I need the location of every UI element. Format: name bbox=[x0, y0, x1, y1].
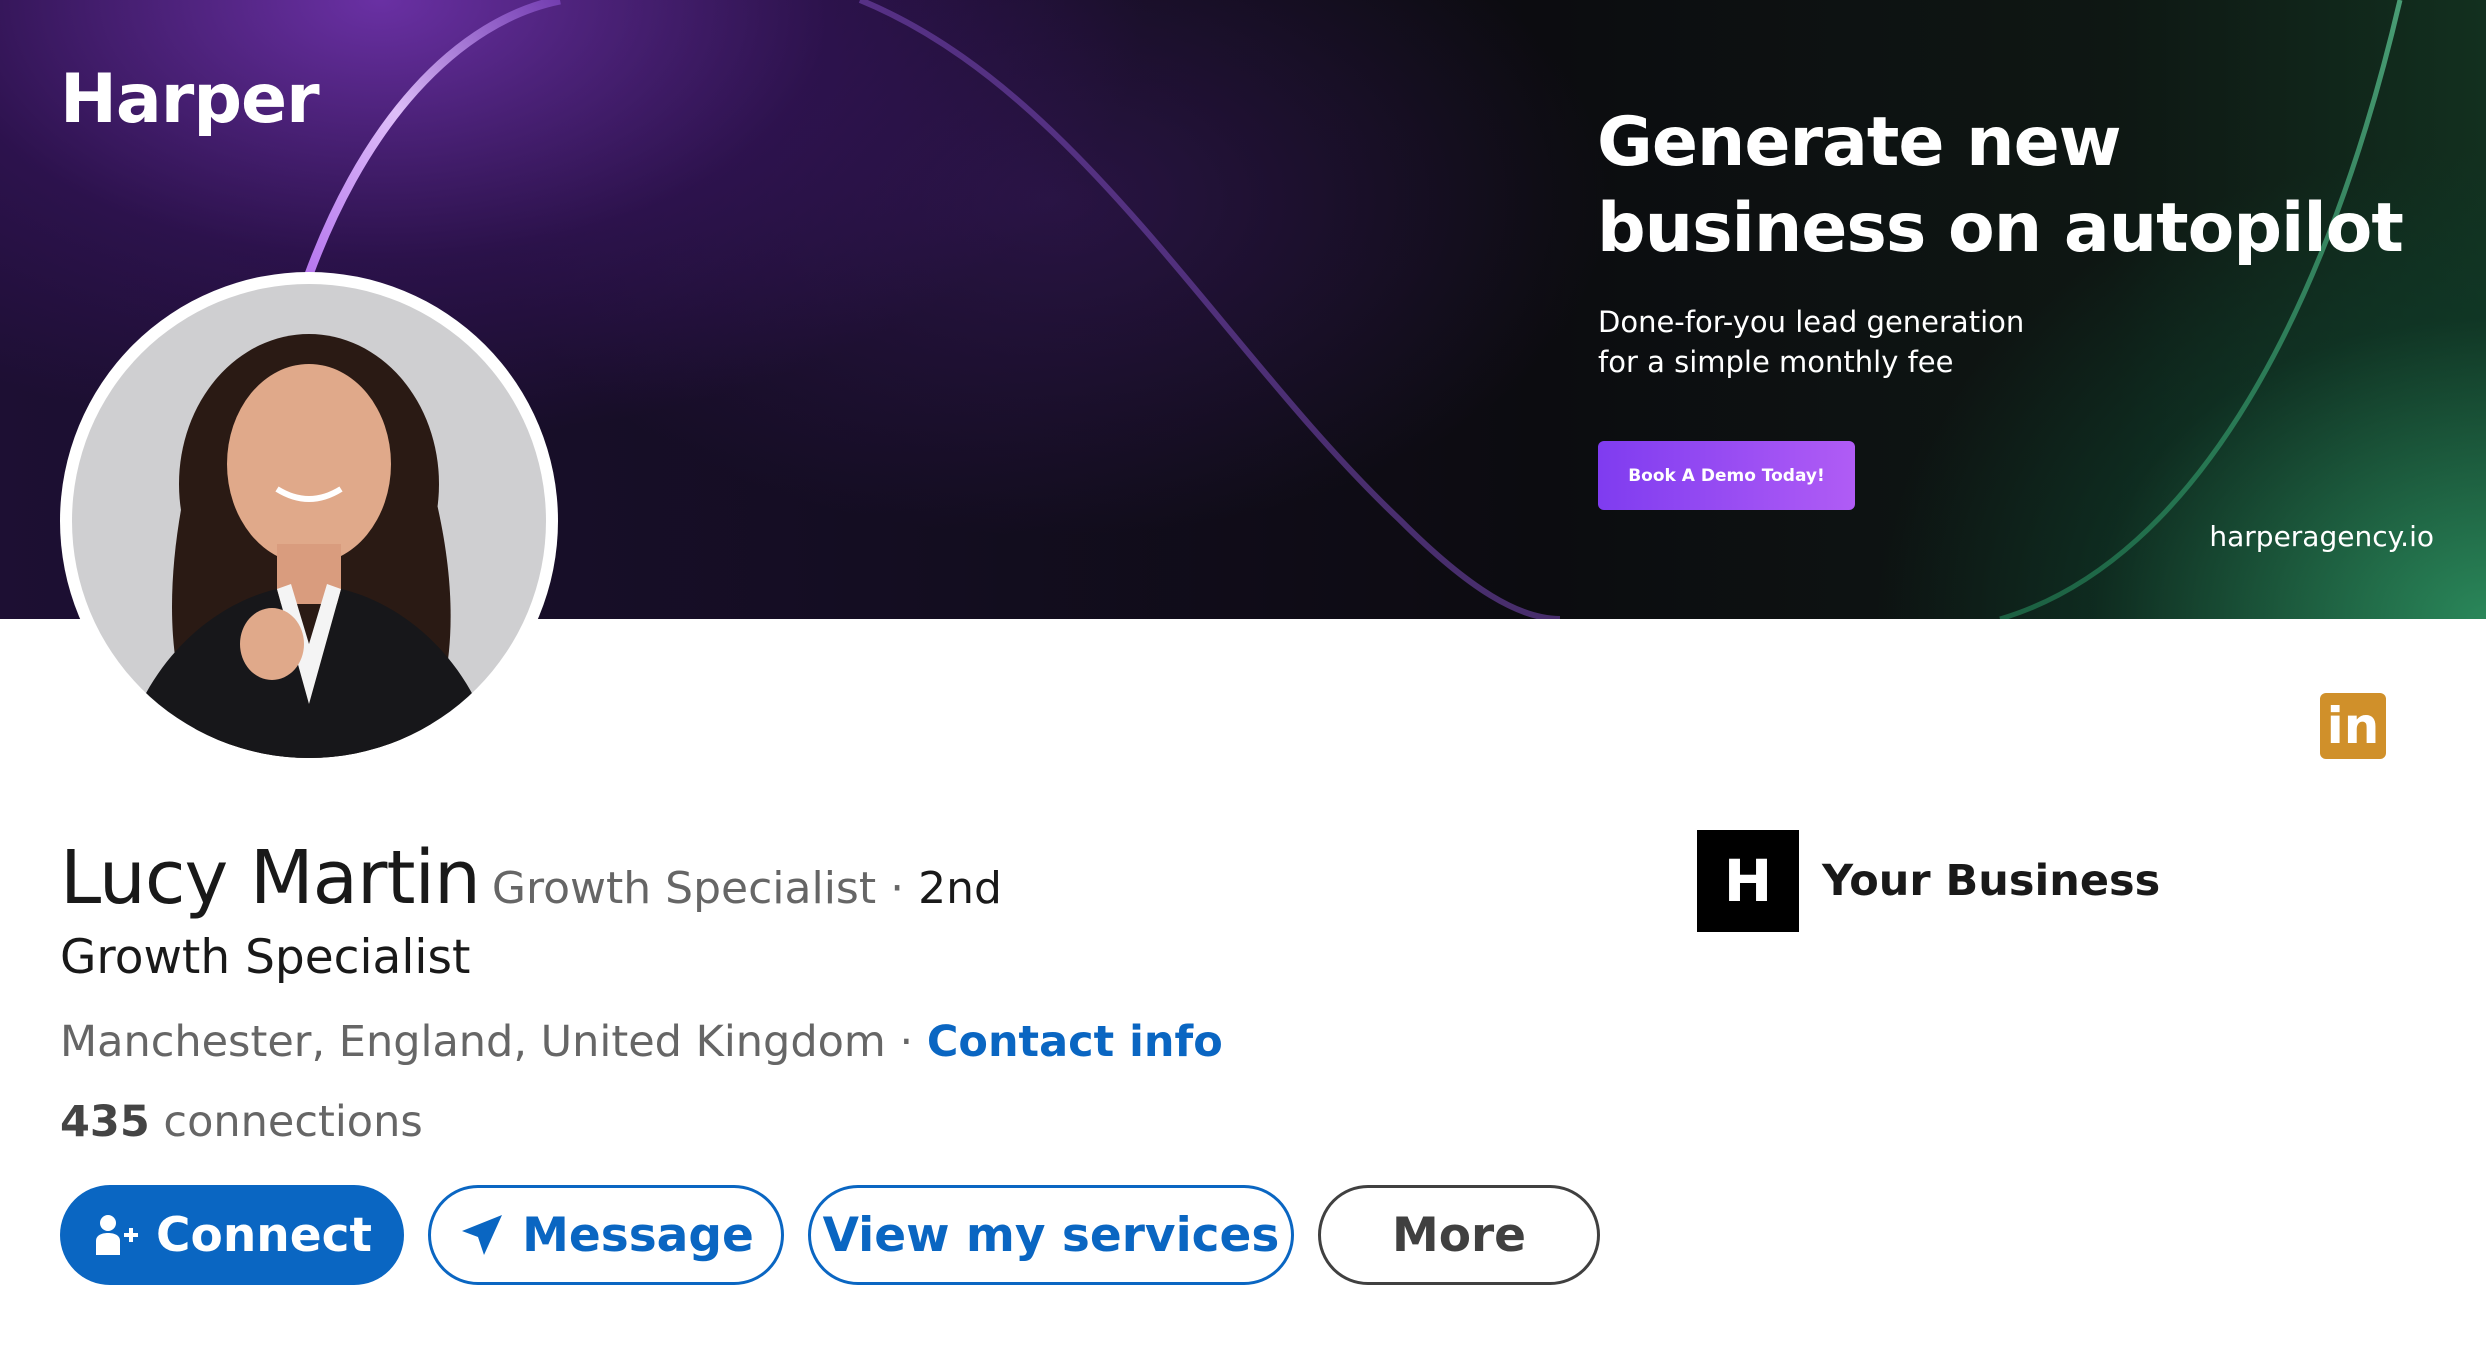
profile-headline: Growth Specialist bbox=[60, 930, 471, 985]
connect-button[interactable]: Connect bbox=[60, 1185, 404, 1285]
connections-label: connections bbox=[149, 1097, 423, 1147]
connections-count: 435 bbox=[60, 1097, 150, 1147]
banner-brand-logo: Harper bbox=[60, 60, 320, 139]
profile-location: Manchester, England, United Kingdom bbox=[60, 1017, 886, 1067]
banner-headline: Generate new business on autopilot bbox=[1597, 100, 2447, 272]
location-separator: · bbox=[885, 1017, 927, 1067]
view-services-button[interactable]: View my services bbox=[808, 1185, 1294, 1285]
profile-name: Lucy Martin bbox=[60, 835, 481, 921]
more-button[interactable]: More bbox=[1318, 1185, 1600, 1285]
banner-headline-line2: business on autopilot bbox=[1597, 189, 2404, 268]
banner-headline-line1: Generate new bbox=[1597, 103, 2122, 182]
name-row: Lucy Martin Growth Specialist · 2nd bbox=[60, 835, 1002, 921]
company-logo: H bbox=[1697, 830, 1799, 932]
company-logo-text: H bbox=[1723, 847, 1773, 915]
banner-url: harperagency.io bbox=[2209, 520, 2434, 553]
connections-count-row[interactable]: 435 connections bbox=[60, 1097, 423, 1147]
message-label: Message bbox=[522, 1207, 754, 1263]
banner-subline-line2: for a simple monthly fee bbox=[1598, 345, 1954, 379]
message-button[interactable]: Message bbox=[428, 1185, 784, 1285]
company-name: Your Business bbox=[1822, 856, 2161, 906]
linkedin-icon[interactable]: in bbox=[2320, 693, 2386, 759]
banner-subline: Done-for-you lead generation for a simpl… bbox=[1598, 302, 2118, 382]
add-person-icon bbox=[96, 1215, 139, 1255]
connect-label: Connect bbox=[156, 1207, 372, 1263]
banner-subline-line1: Done-for-you lead generation bbox=[1598, 305, 2025, 339]
profile-title-degree: Growth Specialist · 2nd bbox=[492, 863, 1002, 914]
linkedin-icon-text: in bbox=[2326, 697, 2380, 755]
book-demo-button[interactable]: Book A Demo Today! bbox=[1598, 441, 1855, 510]
profile-avatar[interactable] bbox=[60, 272, 558, 770]
location-row: Manchester, England, United Kingdom · Co… bbox=[60, 1017, 1223, 1067]
send-icon bbox=[462, 1215, 503, 1255]
profile-page: Harper Generate new business on autopilo… bbox=[0, 0, 2486, 1348]
avatar-photo bbox=[72, 284, 546, 758]
profile-pronoun-title: Growth Specialist bbox=[491, 863, 877, 914]
contact-info-link[interactable]: Contact info bbox=[927, 1017, 1223, 1067]
connection-degree: 2nd bbox=[918, 863, 1002, 914]
degree-separator: · bbox=[876, 863, 919, 914]
